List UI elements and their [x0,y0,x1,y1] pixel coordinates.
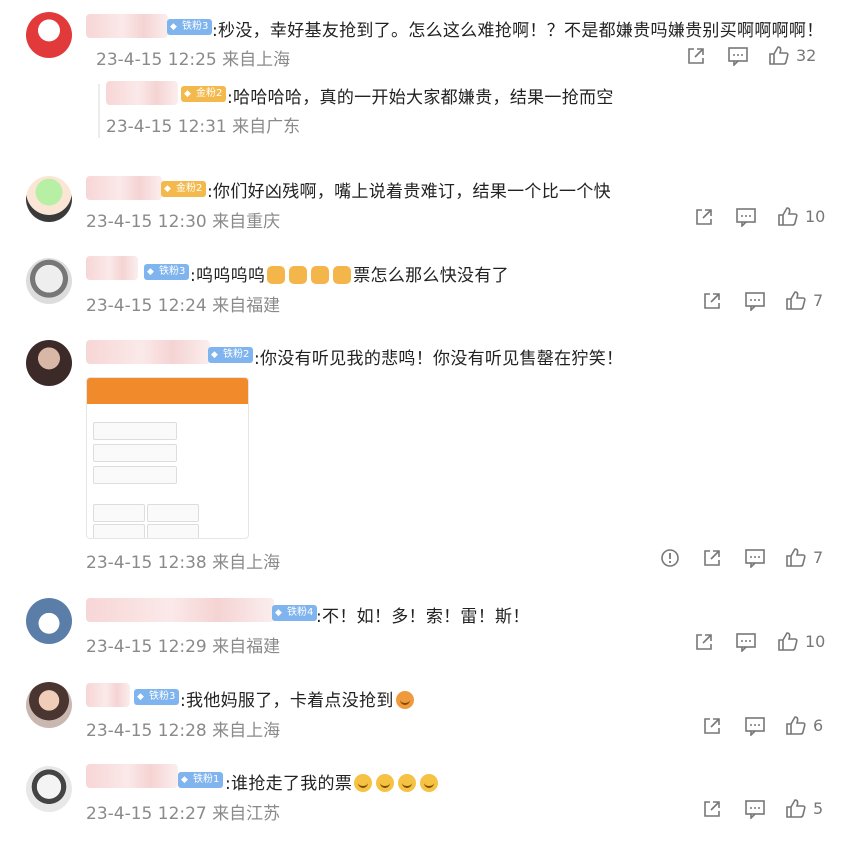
thumbs-up-icon[interactable] [785,715,807,735]
comment-text: :你们好凶残啊，嘴上说着贵难订，结果一个比一个快 [207,182,611,202]
share-icon[interactable] [702,548,722,568]
comment-text-head: :呜呜呜呜 [190,266,266,286]
comment-text-tail: 票怎么那么快没有了 [353,266,509,286]
comment-icon[interactable] [744,716,766,736]
share-icon[interactable] [702,291,722,311]
report-icon[interactable] [660,548,680,568]
like-count: 5 [813,799,824,818]
share-icon[interactable] [694,632,714,652]
avatar[interactable] [26,176,72,222]
fan-badge[interactable]: 金粉2 [161,181,207,197]
fan-badge[interactable]: 铁粉3 [134,689,180,705]
like-count: 6 [813,716,824,735]
comment-icon[interactable] [744,548,766,568]
avatar[interactable] [26,682,72,728]
comment-text-body: :我他妈服了，卡着点没抢到 [180,691,394,711]
comment-icon[interactable] [735,632,757,652]
share-icon[interactable] [702,716,722,736]
like-count: 7 [813,548,824,567]
attachment-row [93,504,145,522]
comment-meta: 23-4-15 12:25 来自上海 [96,50,291,70]
angry-emoji-icon [395,691,414,709]
avatar[interactable] [26,258,72,304]
avatar[interactable] [26,12,72,58]
like-count: 10 [805,207,826,226]
comment-icon[interactable] [727,46,749,66]
username-blurred[interactable] [86,683,130,707]
reply-meta: 23-4-15 12:31 来自广东 [106,117,301,137]
username-blurred[interactable] [86,340,210,364]
avatar[interactable] [26,340,72,386]
share-icon[interactable] [686,46,706,66]
comment-text: :谁抢走了我的票 [225,769,440,794]
fan-badge[interactable]: 铁粉1 [178,772,224,788]
avatar[interactable] [26,598,72,644]
comment-meta: 23-4-15 12:29 来自福建 [86,637,281,657]
comment-meta: 23-4-15 12:28 来自上海 [86,721,281,741]
crying-emoji-icon [376,774,395,792]
fan-badge[interactable]: 铁粉4 [272,605,318,621]
crying-emoji-icon [354,774,373,792]
comment-text: :你没有听见我的悲鸣！你没有听见售罄在狞笑！ [254,349,624,369]
username-blurred[interactable] [86,256,138,280]
comment-text: :秒没，幸好基友抢到了。怎么这么难抢啊！？不是都嫌贵吗嫌贵别买啊啊啊啊！ [212,21,824,41]
comment-icon[interactable] [744,291,766,311]
attachment-row [147,504,199,522]
attachment-row [93,466,177,484]
comment-text: :呜呜呜呜 票怎么那么快没有了 [190,261,509,286]
thumbs-up-icon[interactable] [777,206,799,226]
share-icon[interactable] [694,207,714,227]
fan-badge[interactable]: 铁粉3 [144,264,190,280]
comment-text-body: :谁抢走了我的票 [225,774,353,794]
username-blurred[interactable] [86,176,162,200]
comment-meta: 23-4-15 12:27 来自江苏 [86,804,281,824]
username-blurred[interactable] [86,764,178,788]
username-blurred[interactable] [86,14,168,38]
crying-emoji-icon [420,774,439,792]
avatar[interactable] [26,766,72,812]
cat-emoji-icon [267,266,286,284]
attachment-row [93,524,145,538]
comment-meta: 23-4-15 12:24 来自福建 [86,296,281,316]
comment-meta: 23-4-15 12:38 来自上海 [86,553,281,573]
share-icon[interactable] [702,799,722,819]
reply-text: :哈哈哈哈，真的一开始大家都嫌贵，结果一抢而空 [227,88,614,108]
fan-badge[interactable]: 铁粉3 [167,19,213,35]
attachment-header [87,378,248,404]
like-count: 10 [805,632,826,651]
cat-emoji-icon [311,266,330,284]
cat-emoji-icon [333,266,352,284]
comment-icon[interactable] [744,799,766,819]
comment-icon[interactable] [735,207,757,227]
thumbs-up-icon[interactable] [768,45,790,65]
like-count: 32 [796,46,817,65]
reply-divider [98,84,100,138]
thumbs-up-icon[interactable] [777,631,799,651]
attached-screenshot-image[interactable] [86,377,249,539]
username-blurred[interactable] [86,598,274,622]
reply-username-blurred[interactable] [106,81,178,105]
attachment-row [93,444,177,462]
thumbs-up-icon[interactable] [785,290,807,310]
cat-emoji-icon [289,266,308,284]
thumbs-up-icon[interactable] [785,547,807,567]
thumbs-up-icon[interactable] [785,798,807,818]
comment-text: :不！如！多！索！雷！斯！ [316,607,530,627]
like-count: 7 [813,291,824,310]
fan-badge[interactable]: 金粉2 [181,86,227,102]
attachment-row [147,524,199,538]
comment-meta: 23-4-15 12:30 来自重庆 [86,212,281,232]
fan-badge[interactable]: 铁粉2 [208,347,254,363]
crying-emoji-icon [398,774,417,792]
comment-text: :我他妈服了，卡着点没抢到 [180,686,416,711]
attachment-row [93,422,177,440]
